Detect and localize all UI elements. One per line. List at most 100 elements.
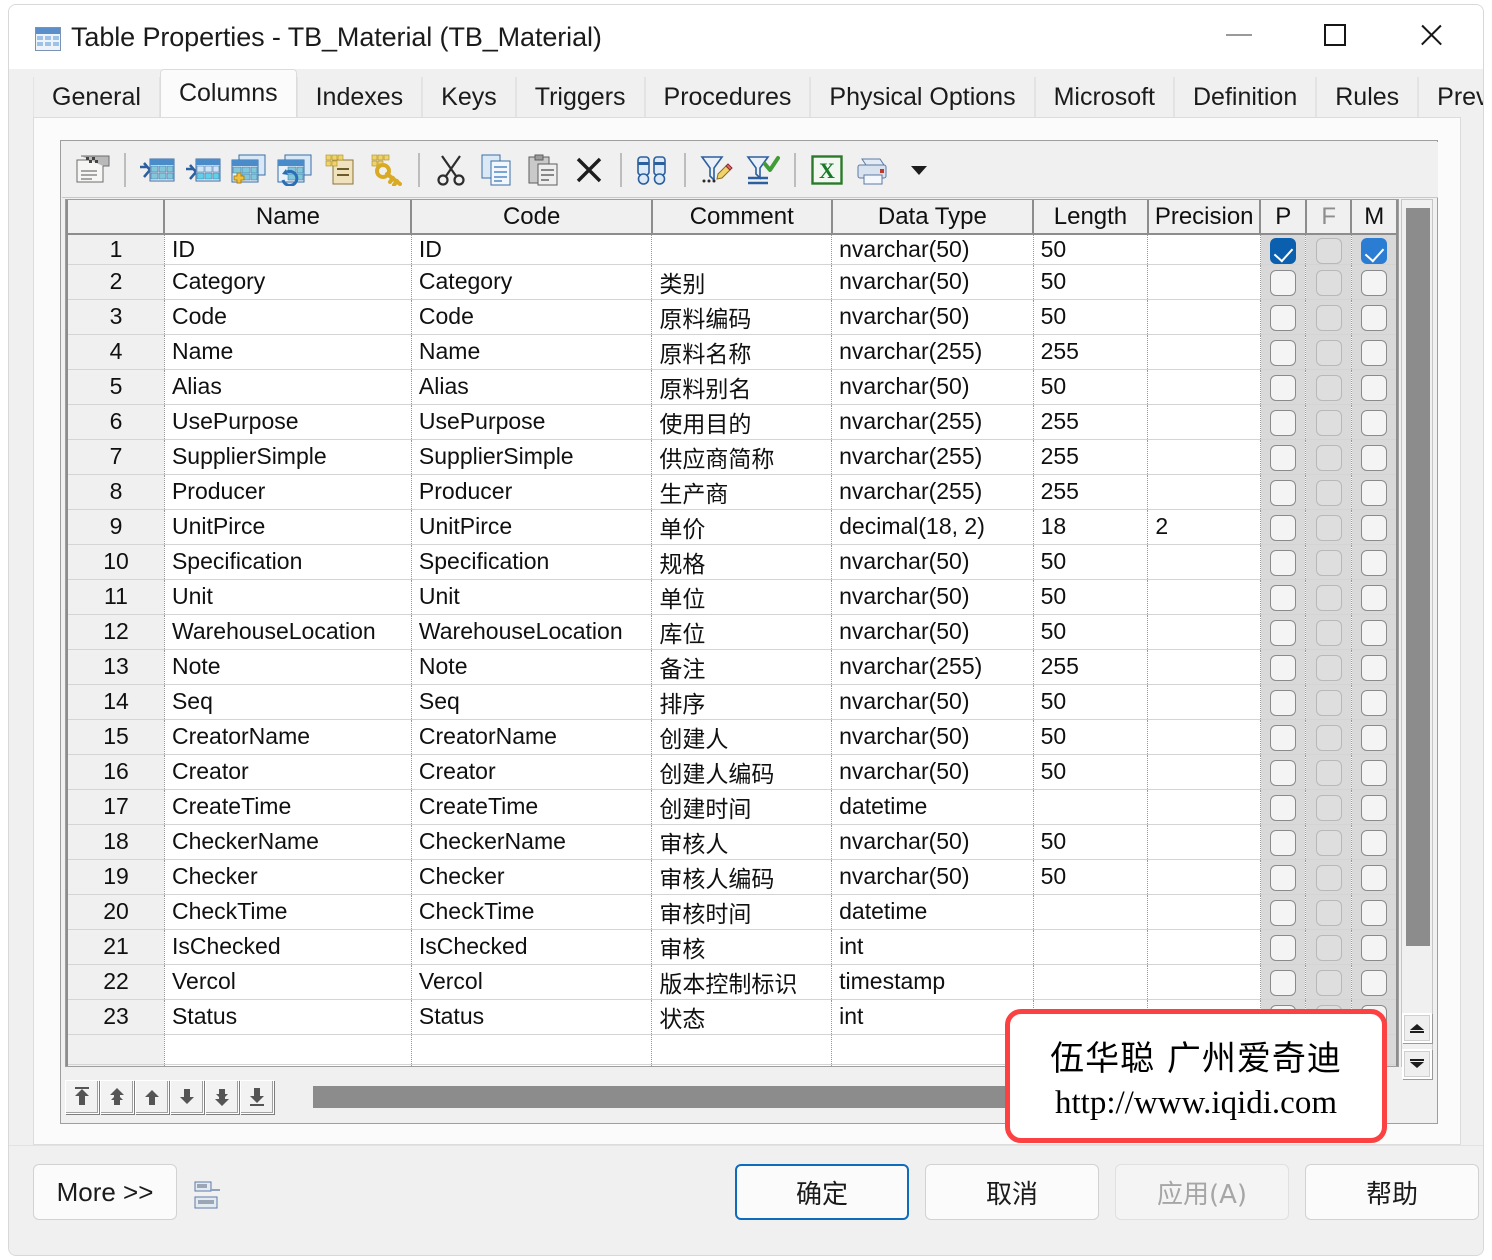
cell-name[interactable]: Specification — [164, 544, 412, 580]
cell-length[interactable]: 255 — [1033, 439, 1149, 475]
scrollbar-thumb[interactable] — [1406, 208, 1430, 946]
cell-empty[interactable] — [164, 1064, 412, 1066]
cell-type[interactable]: nvarchar(255) — [831, 439, 1034, 475]
cell-name[interactable]: ID — [164, 234, 412, 265]
cell-flag-p[interactable] — [1260, 234, 1307, 265]
cell-flag-f[interactable] — [1305, 579, 1352, 615]
cell-name[interactable]: CheckTime — [164, 894, 412, 930]
cell-precision[interactable] — [1147, 719, 1261, 755]
move-down-far-button[interactable] — [205, 1080, 239, 1114]
cell-comment[interactable]: 审核人编码 — [651, 859, 833, 895]
cell-comment[interactable]: 审核 — [651, 929, 833, 965]
cell-n[interactable]: 7 — [66, 439, 165, 475]
cell-length[interactable]: 50 — [1033, 824, 1149, 860]
table-row[interactable]: 8 Producer Producer 生产商 nvarchar(255) 255 — [66, 474, 1398, 510]
cell-precision[interactable] — [1147, 684, 1261, 720]
cell-empty[interactable] — [66, 1034, 165, 1065]
cell-n[interactable]: 2 — [66, 264, 165, 300]
cell-n[interactable]: 5 — [66, 369, 165, 405]
cell-type[interactable]: timestamp — [831, 964, 1034, 1000]
cell-comment[interactable]: 排序 — [651, 684, 833, 720]
cell-code[interactable]: CheckTime — [411, 894, 653, 930]
cell-length[interactable]: 50 — [1033, 754, 1149, 790]
checkbox-p[interactable] — [1270, 305, 1297, 332]
checkbox-p[interactable] — [1270, 340, 1297, 367]
cell-n[interactable]: 15 — [66, 719, 165, 755]
move-down-button[interactable] — [170, 1080, 204, 1114]
cell-precision[interactable] — [1147, 824, 1261, 860]
dropdown-arrow-icon[interactable] — [896, 147, 942, 193]
cell-n[interactable]: 17 — [66, 789, 165, 825]
cell-flag-m[interactable] — [1351, 719, 1398, 755]
cell-flag-f[interactable] — [1305, 474, 1352, 510]
cell-flag-f[interactable] — [1305, 369, 1352, 405]
cell-precision[interactable] — [1147, 544, 1261, 580]
cell-length[interactable] — [1033, 964, 1149, 1000]
checkbox-m[interactable] — [1360, 340, 1387, 367]
cell-length[interactable]: 50 — [1033, 684, 1149, 720]
cell-type[interactable]: int — [831, 929, 1034, 965]
cell-flag-f[interactable] — [1305, 334, 1352, 370]
cell-type[interactable]: nvarchar(50) — [831, 369, 1034, 405]
table-row[interactable]: 11 Unit Unit 单位 nvarchar(50) 50 — [66, 579, 1398, 615]
checkbox-p[interactable] — [1270, 795, 1297, 822]
cell-flag-p[interactable] — [1260, 824, 1307, 860]
cell-flag-m[interactable] — [1351, 964, 1398, 1000]
cell-length[interactable]: 50 — [1033, 264, 1149, 300]
cell-flag-p[interactable] — [1260, 579, 1307, 615]
table-row[interactable]: 9 UnitPirce UnitPirce 单价 decimal(18, 2) 18 2 — [66, 509, 1398, 545]
cell-code[interactable]: Unit — [411, 579, 653, 615]
tab-rules[interactable]: Rules — [1316, 77, 1419, 117]
cell-flag-f[interactable] — [1305, 439, 1352, 475]
insert-column-icon[interactable] — [134, 147, 180, 193]
customize-columns-icon[interactable] — [694, 147, 740, 193]
cell-comment[interactable]: 创建人 — [651, 719, 833, 755]
cell-length[interactable]: 255 — [1033, 404, 1149, 440]
close-button[interactable] — [1387, 5, 1475, 65]
cell-flag-m[interactable] — [1351, 754, 1398, 790]
checkbox-m[interactable] — [1360, 410, 1387, 437]
cell-precision[interactable] — [1147, 369, 1261, 405]
checkbox-m[interactable] — [1360, 375, 1387, 402]
cell-empty[interactable] — [651, 1064, 833, 1066]
cell-empty[interactable] — [831, 1064, 1034, 1066]
checkbox-p[interactable] — [1270, 935, 1297, 962]
cell-precision[interactable] — [1147, 334, 1261, 370]
cell-length[interactable] — [1033, 929, 1149, 965]
checkbox-p[interactable] — [1270, 865, 1297, 892]
cell-length[interactable]: 50 — [1033, 234, 1149, 265]
cell-length[interactable] — [1033, 894, 1149, 930]
ok-button[interactable]: 确定 — [735, 1164, 909, 1220]
cell-code[interactable]: Code — [411, 299, 653, 335]
table-row[interactable]: 17 CreateTime CreateTime 创建时间 datetime — [66, 789, 1398, 825]
column-config-icon[interactable] — [194, 1180, 222, 1212]
grid-vertical-scrollbar[interactable] — [1401, 199, 1433, 1067]
cell-n[interactable]: 16 — [66, 754, 165, 790]
cell-precision[interactable] — [1147, 299, 1261, 335]
cell-n[interactable]: 13 — [66, 649, 165, 685]
cell-code[interactable]: Status — [411, 999, 653, 1035]
cell-type[interactable]: nvarchar(255) — [831, 474, 1034, 510]
cell-type[interactable]: nvarchar(50) — [831, 754, 1034, 790]
checkbox-m[interactable] — [1360, 655, 1387, 682]
cell-flag-p[interactable] — [1260, 719, 1307, 755]
delete-icon[interactable] — [566, 147, 612, 193]
column-header-comment[interactable]: Comment — [651, 200, 833, 235]
tab-general[interactable]: General — [33, 77, 160, 117]
cell-n[interactable]: 4 — [66, 334, 165, 370]
cell-flag-f[interactable] — [1305, 964, 1352, 1000]
cell-length[interactable]: 50 — [1033, 369, 1149, 405]
table-row[interactable]: 1 ID ID nvarchar(50) 50 — [66, 234, 1398, 265]
cell-flag-m[interactable] — [1351, 929, 1398, 965]
more-button[interactable]: More >> — [33, 1164, 177, 1220]
tab-definition[interactable]: Definition — [1174, 77, 1317, 117]
cell-comment[interactable] — [651, 234, 833, 265]
print-icon[interactable] — [850, 147, 896, 193]
tab-columns[interactable]: Columns — [159, 69, 297, 117]
cell-length[interactable]: 255 — [1033, 334, 1149, 370]
cell-n[interactable]: 14 — [66, 684, 165, 720]
cell-empty[interactable] — [411, 1064, 653, 1066]
table-row[interactable]: 15 CreatorName CreatorName 创建人 nvarchar(50) 5… — [66, 719, 1398, 755]
tab-indexes[interactable]: Indexes — [296, 77, 423, 117]
cell-length[interactable]: 50 — [1033, 299, 1149, 335]
